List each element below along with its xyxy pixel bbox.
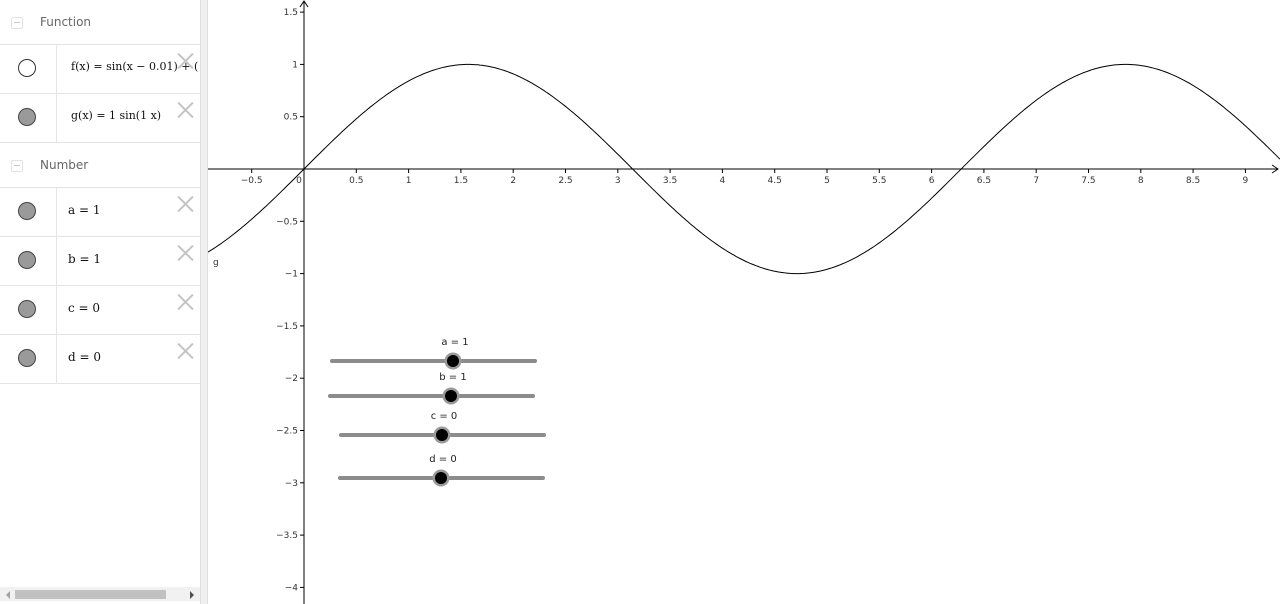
algebra-row-g[interactable]: g(x) = 1 sin(1 x): [0, 94, 200, 143]
geogebra-app: Function f(x) = sin(x − 0.01) + ( g(x) =…: [0, 0, 1280, 604]
y-tick-label: −1.5: [276, 322, 298, 332]
y-tick-label: 1: [292, 60, 298, 70]
algebra-row-c[interactable]: c = 0: [0, 286, 200, 335]
x-tick-label: 7.5: [1081, 176, 1095, 186]
x-tick-label: 4: [720, 176, 726, 186]
group-header-function[interactable]: Function: [0, 0, 200, 45]
x-tick-label: 8: [1138, 176, 1144, 186]
slider-d[interactable]: d = 0: [338, 454, 545, 487]
x-tick-label: 5.5: [872, 176, 886, 186]
x-tick-label: 3: [615, 176, 621, 186]
x-tick-label: 4.5: [768, 176, 782, 186]
x-tick-label: 6: [929, 176, 935, 186]
visibility-toggle-icon[interactable]: [18, 108, 36, 126]
visibility-toggle-icon[interactable]: [18, 349, 36, 367]
y-tick-label: 0.5: [284, 113, 298, 123]
algebra-row-b[interactable]: b = 1: [0, 237, 200, 286]
slider-label-b: b = 1: [439, 372, 466, 383]
slider-b[interactable]: b = 1: [328, 372, 535, 405]
group-header-number[interactable]: Number: [0, 143, 200, 188]
delete-icon[interactable]: [177, 101, 194, 118]
x-tick-label: 0.5: [349, 176, 363, 186]
slider-a[interactable]: a = 1: [330, 337, 537, 370]
x-tick-label: −0.5: [241, 176, 263, 186]
group-label-function: Function: [40, 15, 92, 29]
marble-cell: [0, 335, 57, 383]
delete-icon[interactable]: [177, 342, 194, 359]
scroll-thumb[interactable]: [15, 590, 166, 599]
slider-knob[interactable]: [445, 390, 457, 402]
group-label-number: Number: [40, 158, 89, 172]
slider-label-a: a = 1: [441, 337, 468, 348]
x-tick-label: 3.5: [663, 176, 677, 186]
y-tick-label: 1.5: [284, 8, 298, 18]
visibility-toggle-icon[interactable]: [18, 300, 36, 318]
visibility-toggle-icon[interactable]: [18, 202, 36, 220]
delete-icon[interactable]: [177, 52, 194, 69]
x-tick-label: 7: [1033, 176, 1039, 186]
x-tick-label: 9: [1243, 176, 1249, 186]
collapse-icon[interactable]: [11, 17, 23, 29]
x-tick-label: 0: [296, 176, 302, 186]
scroll-left-icon[interactable]: [6, 591, 10, 599]
marble-cell: [0, 45, 57, 93]
algebra-view: Function f(x) = sin(x − 0.01) + ( g(x) =…: [0, 0, 200, 604]
x-tick-label: 5: [824, 176, 830, 186]
algebra-row-a[interactable]: a = 1: [0, 188, 200, 237]
y-tick-label: −2.5: [276, 427, 298, 437]
graphics-canvas[interactable]: −0.5 0 0.5 1 1.5 2 2.5 3 3.5 4 4.5 5 5.5 6 6.5 7 7.5 8 8.5…: [208, 0, 1280, 604]
x-tick-label: 2: [510, 176, 516, 186]
view-splitter[interactable]: [200, 0, 208, 604]
x-tick-label: 1: [406, 176, 412, 186]
x-tick-label: 6.5: [977, 176, 991, 186]
slider-knob[interactable]: [435, 472, 447, 484]
slider-label-c: c = 0: [431, 411, 458, 422]
slider-label-d: d = 0: [429, 454, 456, 465]
marble-cell: [0, 237, 57, 285]
algebra-row-f[interactable]: f(x) = sin(x − 0.01) + (: [0, 45, 200, 94]
y-tick-label: −4: [285, 583, 299, 593]
visibility-toggle-icon[interactable]: [18, 251, 36, 269]
y-tick-label: −3.5: [276, 531, 298, 541]
y-tick-label: −0.5: [276, 217, 298, 227]
delete-icon[interactable]: [177, 195, 194, 212]
x-tick-label: 8.5: [1186, 176, 1200, 186]
collapse-icon[interactable]: [11, 160, 23, 172]
horizontal-scrollbar[interactable]: [0, 587, 200, 601]
marble-cell: [0, 286, 57, 334]
slider-knob[interactable]: [447, 355, 459, 367]
y-tick-label: −1: [285, 270, 298, 280]
slider-c[interactable]: c = 0: [339, 411, 546, 444]
delete-icon[interactable]: [177, 244, 194, 261]
y-tick-label: −3: [285, 479, 298, 489]
visibility-toggle-icon[interactable]: [18, 59, 36, 77]
graphics-view[interactable]: −0.5 0 0.5 1 1.5 2 2.5 3 3.5 4 4.5 5 5.5 6 6.5 7 7.5 8 8.5…: [208, 0, 1280, 604]
y-tick-label: −2: [285, 374, 298, 384]
slider-knob[interactable]: [436, 429, 448, 441]
x-tick-label: 1.5: [454, 176, 468, 186]
scroll-right-icon[interactable]: [190, 591, 194, 599]
algebra-row-d[interactable]: d = 0: [0, 335, 200, 384]
marble-cell: [0, 94, 57, 142]
marble-cell: [0, 188, 57, 236]
delete-icon[interactable]: [177, 293, 194, 310]
x-tick-label: 2.5: [558, 176, 572, 186]
curve-label-g: g: [213, 258, 219, 268]
